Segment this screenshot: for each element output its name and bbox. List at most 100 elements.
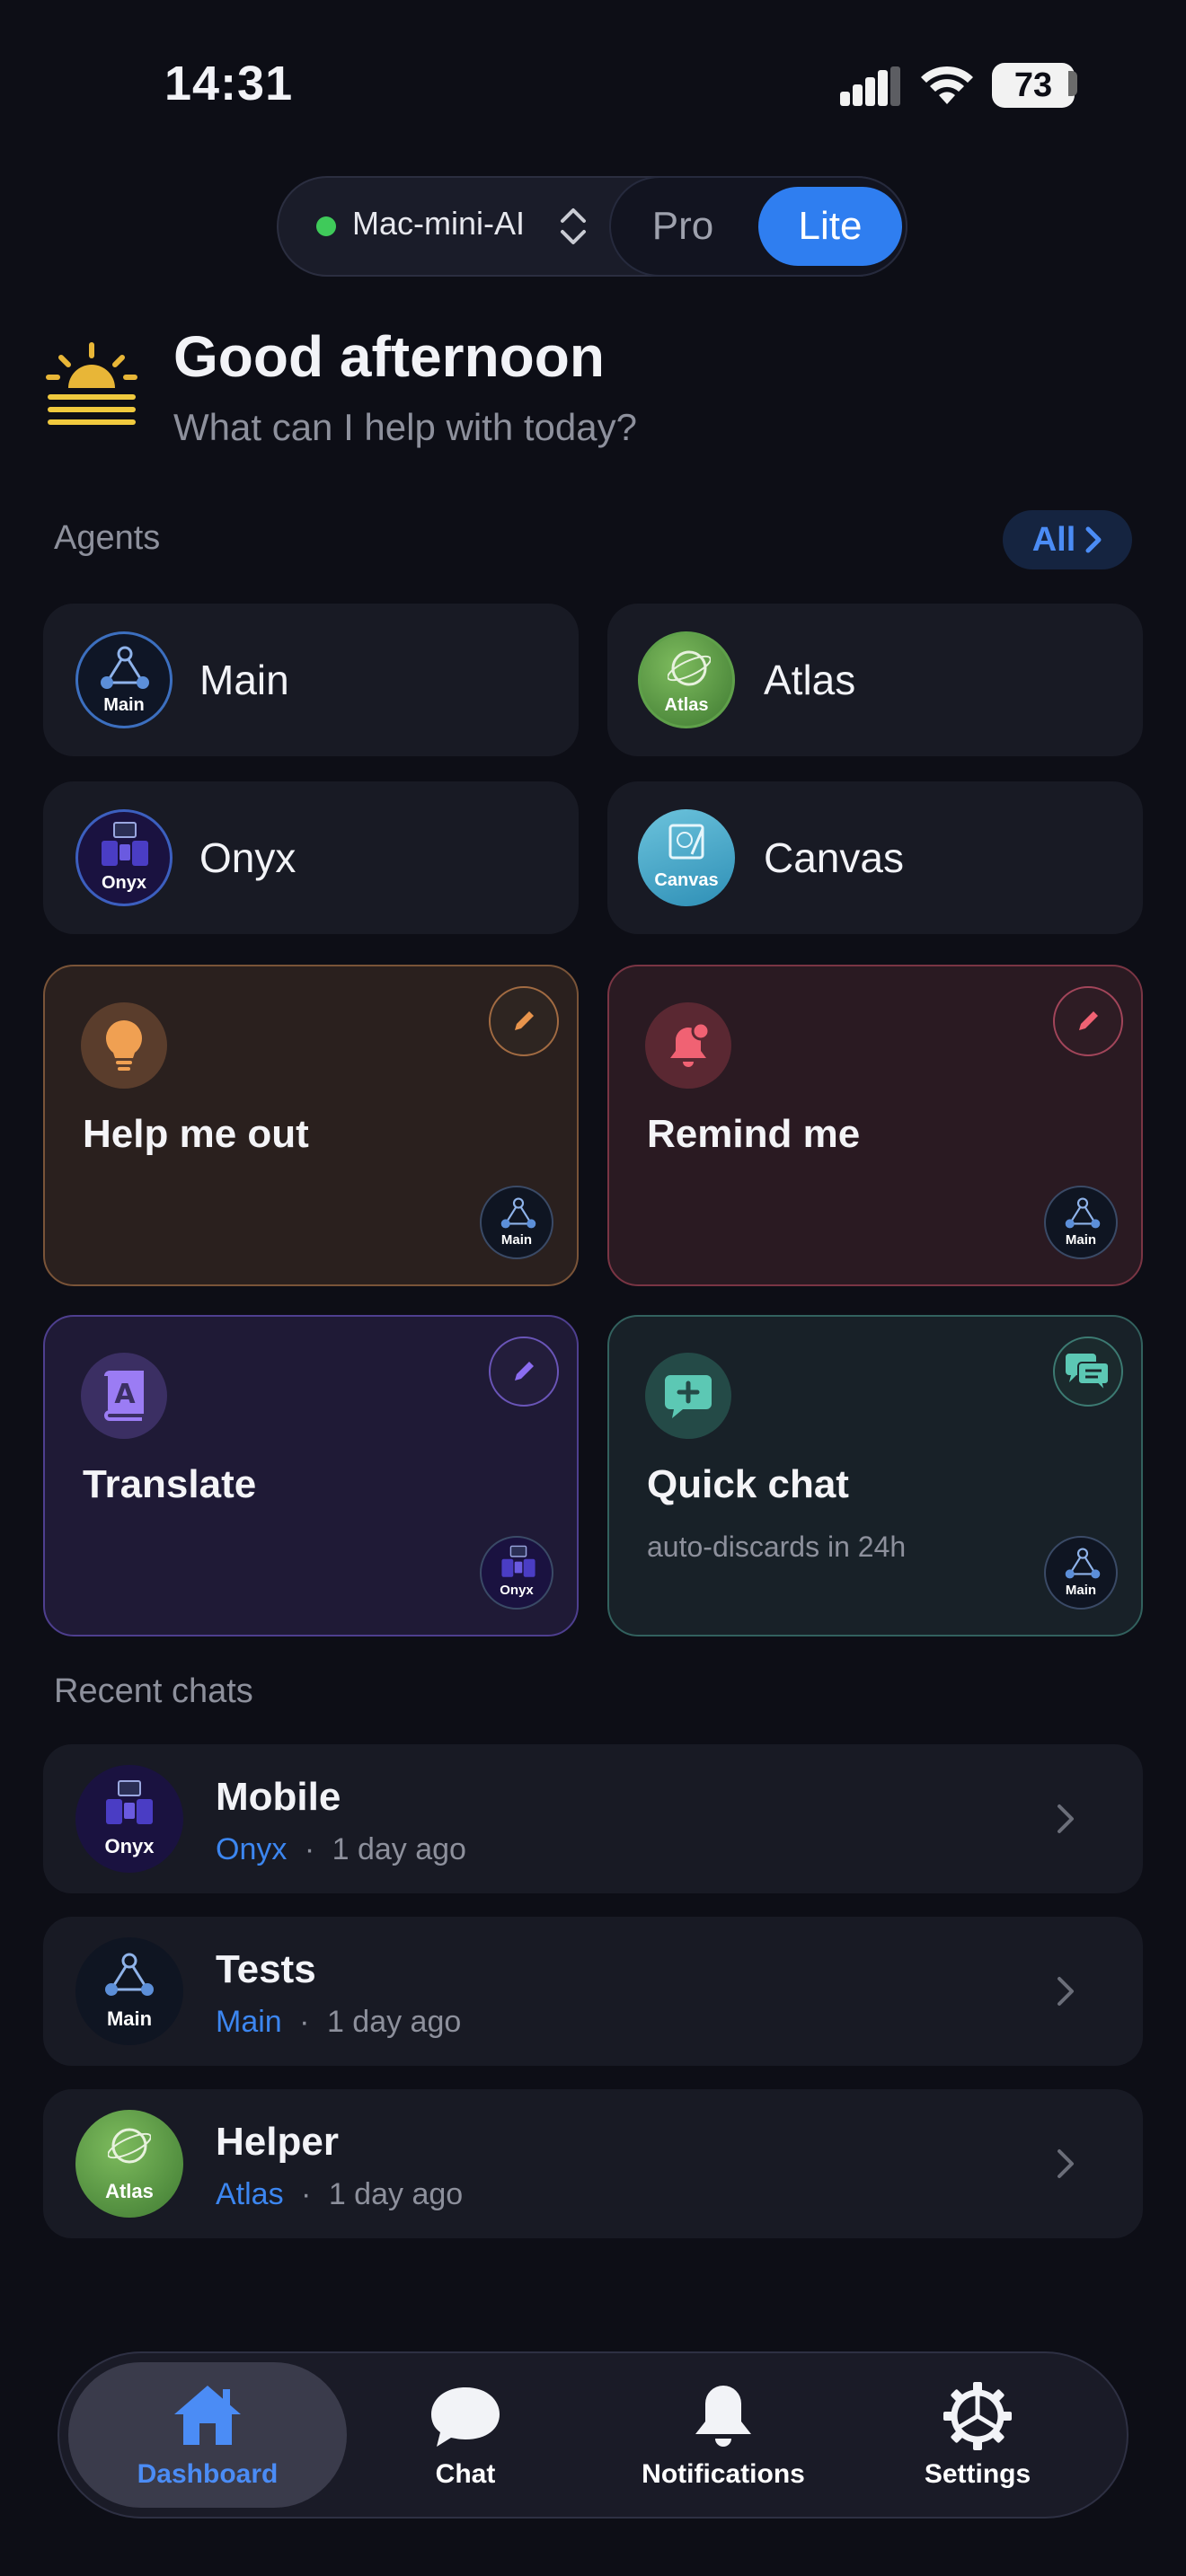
action-agent-label: Main bbox=[1065, 1583, 1097, 1598]
chat-meta: Main · 1 day ago bbox=[216, 2005, 461, 2040]
agent-name: Main bbox=[199, 657, 289, 703]
chat-plus-icon bbox=[665, 1375, 712, 1418]
battery-cap bbox=[1068, 71, 1077, 96]
tab-notifications[interactable]: Notifications bbox=[611, 2362, 836, 2508]
recent-chat-row[interactable]: Onyx Mobile Onyx · 1 day ago bbox=[43, 1744, 1143, 1893]
bell-icon bbox=[670, 1021, 711, 1067]
network-icon bbox=[1065, 1548, 1101, 1579]
tab-chat[interactable]: Chat bbox=[359, 2362, 571, 2508]
action-agent-avatar: Main bbox=[1044, 1536, 1118, 1610]
pencil-icon bbox=[515, 1011, 534, 1030]
agent-avatar-label: Onyx bbox=[101, 873, 147, 893]
agent-card-atlas[interactable]: Atlas Atlas bbox=[607, 604, 1143, 756]
chat-avatar-label: Main bbox=[106, 2007, 153, 2030]
mode-pro-option[interactable]: Pro bbox=[611, 178, 755, 275]
agent-card-canvas[interactable]: Canvas Canvas bbox=[607, 781, 1143, 934]
chat-bubble-icon bbox=[431, 2387, 500, 2447]
network-icon bbox=[105, 1953, 154, 1996]
agent-name: Atlas bbox=[764, 657, 856, 703]
lightbulb-icon bbox=[106, 1020, 142, 1071]
device-name[interactable]: Mac-mini-AI bbox=[352, 205, 525, 243]
greeting-subtitle: What can I help with today? bbox=[173, 406, 637, 448]
globe-icon bbox=[108, 2128, 151, 2164]
devices-icon bbox=[501, 1545, 535, 1577]
chevron-updown-icon[interactable] bbox=[559, 203, 588, 250]
action-icon-badge bbox=[645, 1353, 731, 1439]
action-card-remind-me[interactable]: Remind me Main bbox=[607, 965, 1143, 1286]
mode-lite-option[interactable]: Lite bbox=[758, 187, 902, 266]
greeting-title: Good afternoon bbox=[173, 324, 605, 389]
chevron-right-icon bbox=[1085, 526, 1102, 553]
chat-agent-name: Main bbox=[216, 2005, 282, 2039]
chat-meta: Atlas · 1 day ago bbox=[216, 2177, 463, 2212]
pencil-icon bbox=[515, 1362, 534, 1381]
action-icon-badge bbox=[81, 1002, 167, 1089]
chat-agent-name: Atlas bbox=[216, 2177, 284, 2211]
chat-agent-name: Onyx bbox=[216, 1832, 288, 1866]
all-agents-label: All bbox=[1031, 520, 1076, 559]
edit-button[interactable] bbox=[489, 1337, 559, 1407]
agent-avatar-label: Main bbox=[103, 695, 145, 715]
tab-settings[interactable]: Settings bbox=[872, 2362, 1084, 2508]
agent-avatar-atlas: Atlas bbox=[638, 631, 735, 728]
chat-avatar: Onyx bbox=[75, 1765, 183, 1873]
tab-dashboard[interactable]: Dashboard bbox=[68, 2362, 347, 2508]
action-title: Help me out bbox=[83, 1112, 309, 1156]
agent-name: Onyx bbox=[199, 834, 296, 881]
chat-time: 1 day ago bbox=[326, 2005, 462, 2039]
devices-icon bbox=[102, 822, 148, 866]
tab-label: Settings bbox=[924, 2459, 1031, 2489]
chat-meta: Onyx · 1 day ago bbox=[216, 1832, 466, 1867]
chevron-right-icon bbox=[1058, 2149, 1074, 2178]
chat-title: Helper bbox=[216, 2120, 339, 2164]
meta-separator: · bbox=[304, 1832, 315, 1866]
canvas-icon bbox=[668, 824, 704, 860]
chat-avatar: Main bbox=[75, 1937, 183, 2045]
chat-avatar: Atlas bbox=[75, 2110, 183, 2218]
chat-title: Tests bbox=[216, 1947, 316, 1991]
chat-time: 1 day ago bbox=[332, 1832, 466, 1866]
recent-chat-row[interactable]: Atlas Helper Atlas · 1 day ago bbox=[43, 2089, 1143, 2238]
svg-text:A: A bbox=[114, 1379, 136, 1410]
agent-card-onyx[interactable]: Onyx Onyx bbox=[43, 781, 579, 934]
action-icon-badge bbox=[645, 1002, 731, 1089]
agent-avatar-onyx: Onyx bbox=[75, 809, 173, 906]
edit-button[interactable] bbox=[489, 986, 559, 1056]
recent-chats-label: Recent chats bbox=[54, 1672, 253, 1710]
agent-name: Canvas bbox=[764, 834, 904, 881]
chevron-right-icon bbox=[1058, 1977, 1074, 2006]
action-agent-avatar: Onyx bbox=[480, 1536, 553, 1610]
translate-book-icon: A bbox=[104, 1371, 144, 1421]
action-card-help-me-out[interactable]: Help me out Main bbox=[43, 965, 579, 1286]
tab-label: Dashboard bbox=[137, 2459, 279, 2489]
sunset-icon bbox=[46, 342, 137, 425]
device-status-dot bbox=[316, 216, 336, 236]
chat-bubbles-button[interactable] bbox=[1053, 1337, 1123, 1407]
recent-chat-row[interactable]: Main Tests Main · 1 day ago bbox=[43, 1917, 1143, 2066]
network-icon bbox=[500, 1197, 536, 1229]
chevron-right-icon bbox=[1058, 1804, 1074, 1833]
network-icon bbox=[1065, 1197, 1101, 1229]
bell-icon bbox=[695, 2386, 751, 2447]
agent-card-main[interactable]: Main Main bbox=[43, 604, 579, 756]
devices-icon bbox=[106, 1780, 153, 1824]
chat-avatar-label: Atlas bbox=[105, 2180, 154, 2202]
action-title: Remind me bbox=[647, 1112, 861, 1156]
globe-icon bbox=[668, 650, 711, 686]
chat-title: Mobile bbox=[216, 1775, 341, 1819]
action-title: Quick chat bbox=[647, 1462, 849, 1506]
agent-avatar-canvas: Canvas bbox=[638, 809, 735, 906]
status-time: 14:31 bbox=[164, 57, 294, 110]
action-card-translate[interactable]: A Translate Onyx bbox=[43, 1315, 579, 1636]
agent-avatar-label: Atlas bbox=[664, 695, 709, 715]
action-agent-label: Main bbox=[1065, 1232, 1097, 1248]
chat-avatar-label: Onyx bbox=[104, 1835, 155, 1857]
edit-button[interactable] bbox=[1053, 986, 1123, 1056]
home-icon bbox=[174, 2386, 241, 2445]
action-card-quick-chat[interactable]: Quick chat auto-discards in 24h Main bbox=[607, 1315, 1143, 1636]
all-agents-button[interactable]: All bbox=[1003, 510, 1132, 569]
tab-label: Notifications bbox=[642, 2459, 805, 2489]
action-agent-label: Main bbox=[500, 1232, 533, 1248]
pencil-icon bbox=[1079, 1011, 1098, 1030]
action-icon-badge: A bbox=[81, 1353, 167, 1439]
